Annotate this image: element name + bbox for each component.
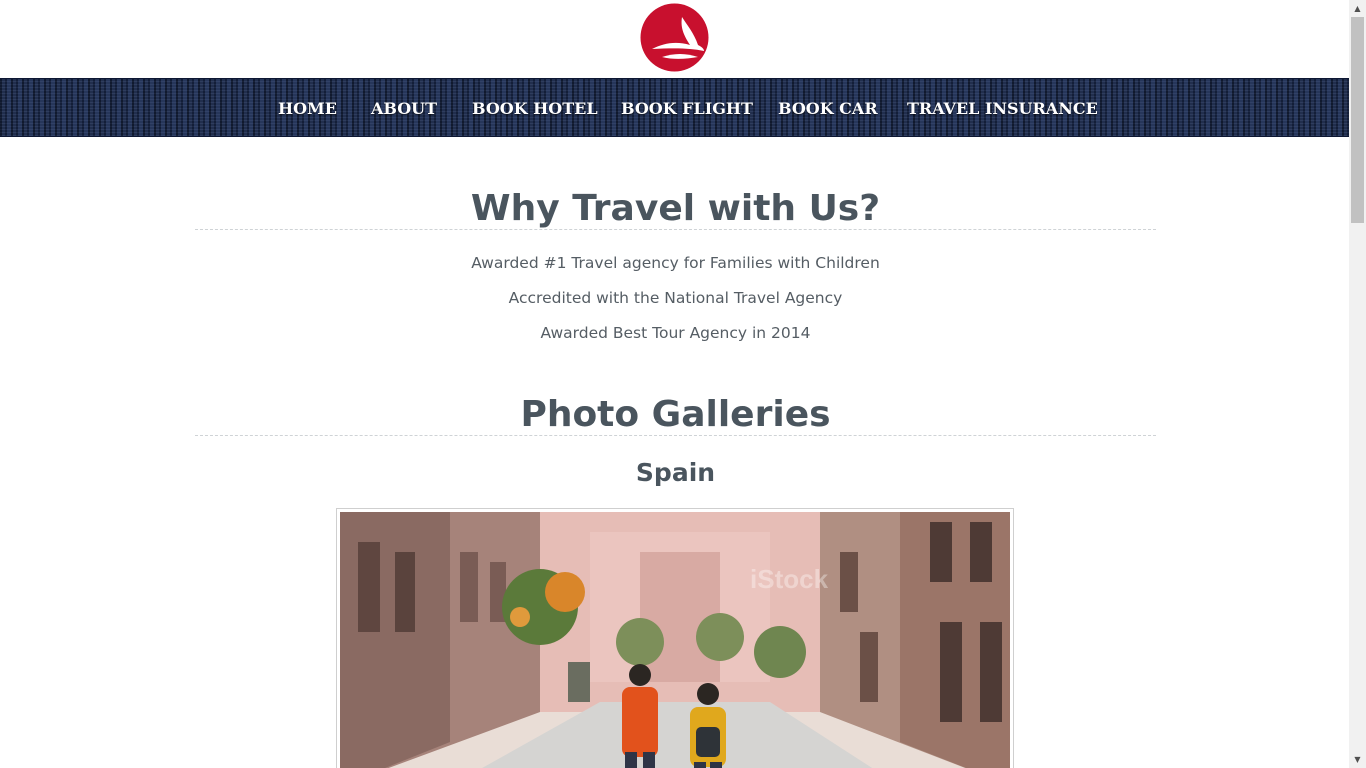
watermark: iStock: [750, 564, 829, 594]
street-scene-image: [340, 512, 1010, 768]
scroll-up-arrow-icon[interactable]: ▲: [1349, 0, 1366, 17]
why-travel-heading: Why Travel with Us?: [195, 186, 1156, 230]
feature-item: Accredited with the National Travel Agen…: [508, 289, 843, 307]
scroll-down-arrow-icon[interactable]: ▼: [1349, 751, 1366, 768]
feature-item: Awarded Best Tour Agency in 2014: [540, 324, 811, 342]
gallery-title-spain: Spain: [635, 458, 716, 487]
nav-book-car[interactable]: BOOK CAR: [778, 98, 878, 120]
gallery-photo-spain[interactable]: iStock: [340, 512, 1010, 768]
gallery-photo-frame[interactable]: iStock: [336, 508, 1014, 768]
nav-home[interactable]: HOME: [278, 98, 337, 120]
feature-item: Awarded #1 Travel agency for Families wi…: [471, 254, 880, 272]
main-nav: HOME ABOUT BOOK HOTEL BOOK FLIGHT BOOK C…: [0, 78, 1349, 137]
nav-travel-insurance[interactable]: TRAVEL INSURANCE: [907, 98, 1098, 120]
nav-list: HOME ABOUT BOOK HOTEL BOOK FLIGHT BOOK C…: [0, 79, 1349, 138]
nav-book-hotel[interactable]: BOOK HOTEL: [472, 98, 598, 120]
photo-galleries-heading: Photo Galleries: [195, 392, 1156, 436]
tail-logo-icon[interactable]: [640, 3, 709, 72]
scroll-thumb[interactable]: [1351, 17, 1364, 223]
page: HOME ABOUT BOOK HOTEL BOOK FLIGHT BOOK C…: [0, 0, 1349, 768]
header: [0, 0, 1349, 78]
nav-about[interactable]: ABOUT: [371, 98, 437, 120]
vertical-scrollbar[interactable]: ▲ ▼: [1349, 0, 1366, 768]
nav-book-flight[interactable]: BOOK FLIGHT: [621, 98, 753, 120]
